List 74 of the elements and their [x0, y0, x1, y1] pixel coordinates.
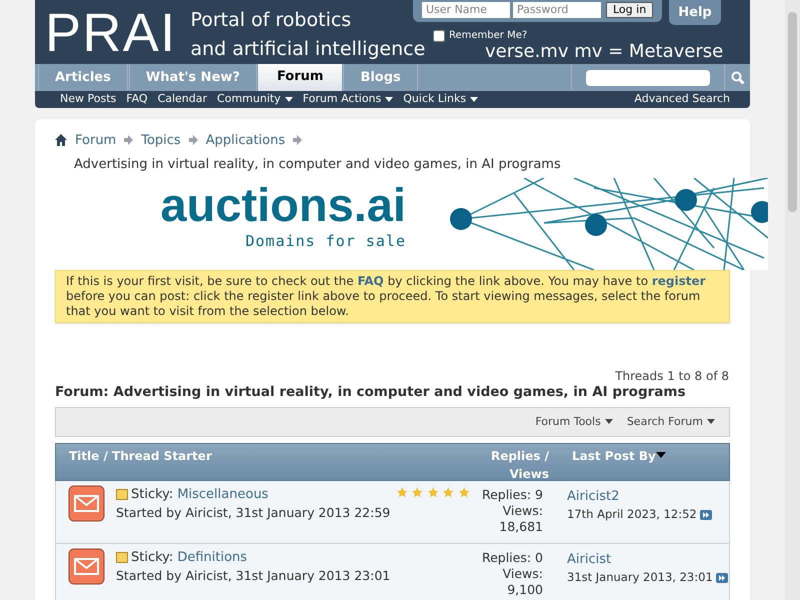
caret-icon: [604, 419, 613, 424]
envelope-icon: [68, 548, 105, 585]
banner-brand: auctions.ai: [160, 178, 406, 232]
thread-count: Threads 1 to 8 of 8: [615, 368, 729, 384]
column-header[interactable]: Last Post By: [572, 446, 666, 480]
toolbar-menu[interactable]: Forum Tools: [535, 414, 613, 430]
nav-tab[interactable]: Forum: [258, 61, 342, 91]
site-tagline: and artificial intelligence: [190, 37, 426, 62]
forum-heading: Forum: Advertising in virtual reality, in computer and video games, in AI programs: [55, 382, 686, 402]
last-poster-link[interactable]: Airicist2: [567, 486, 712, 506]
thread-starter: Started by Airicist, 31st January 2013 23:01: [116, 567, 392, 586]
view-count: 9,100: [507, 582, 543, 598]
star-icon: [428, 486, 438, 498]
last-post-date: 31st January 2013, 23:01: [567, 569, 713, 586]
nav-tab[interactable]: Articles: [38, 64, 128, 91]
caret-icon: [707, 419, 715, 424]
site-logo: PRAI: [45, 6, 176, 64]
sub-nav-link[interactable]: FAQ: [126, 91, 148, 108]
help-button[interactable]: Help: [669, 0, 721, 25]
star-icon: [397, 486, 408, 498]
last-poster-link[interactable]: Airicist: [567, 550, 728, 570]
nav-tab[interactable]: What's New?: [128, 64, 257, 91]
star-icon: [458, 486, 470, 498]
home-icon: [55, 134, 67, 146]
username-field[interactable]: User Name: [422, 2, 510, 18]
views-label: Views:: [502, 566, 543, 582]
remember-checkbox[interactable]: [433, 30, 445, 42]
envelope-icon: [68, 484, 105, 522]
last-post-date: 17th April 2023, 12:52: [567, 506, 697, 524]
notice-link[interactable]: register: [652, 274, 706, 288]
view-count: 18,681: [499, 518, 543, 535]
sub-nav-link[interactable]: Quick Links: [403, 91, 478, 108]
thread-title-link[interactable]: Miscellaneous: [177, 484, 268, 504]
thread-title-link[interactable]: Definitions: [177, 548, 248, 568]
search-field[interactable]: [586, 70, 710, 86]
notice-link[interactable]: FAQ: [357, 274, 384, 288]
breadcrumb-link[interactable]: Forum: [75, 130, 116, 150]
go-to-post-icon[interactable]: [700, 510, 712, 520]
breadcrumb-link[interactable]: Applications: [206, 130, 286, 150]
sticky-icon: [116, 552, 128, 563]
login-button[interactable]: Log in: [606, 2, 654, 18]
arrow-icon: [293, 135, 302, 146]
breadcrumb-link[interactable]: Topics: [141, 130, 181, 150]
toolbar-menu[interactable]: Search Forum: [626, 414, 715, 430]
site-tagline: Portal of robotics: [190, 8, 352, 33]
password-field[interactable]: Password: [513, 2, 601, 18]
banner-tagline: Domains for sale: [246, 230, 406, 252]
thread-starter: Started by Airicist, 31st January 2013 22:59: [116, 504, 392, 522]
sub-nav-link[interactable]: New Posts: [60, 91, 116, 108]
advanced-search-link[interactable]: Advanced Search: [634, 91, 730, 108]
column-header[interactable]: Replies / Views: [469, 446, 549, 480]
reply-count: Replies: 9: [482, 486, 543, 503]
sort-icon: [656, 452, 666, 458]
views-label: Views:: [502, 502, 543, 519]
page-title: Advertising in virtual reality, in computer and video games, in AI programs: [74, 156, 562, 174]
thread-prefix: Sticky:: [131, 548, 174, 567]
notice-text: If this is your first visit, be sure to check out the FAQ by clicking the link above. You may have to register before you can post: click the register link above to proceed. To start viewing messages, select the forum that you want to visit from the selection below.: [66, 274, 707, 318]
remember-label: Remember Me?: [449, 29, 528, 43]
go-to-post-icon[interactable]: [716, 572, 728, 583]
search-icon: [730, 70, 744, 84]
star-icon: [443, 486, 454, 498]
scrollbar-thumb[interactable]: [788, 12, 797, 212]
thread-prefix: Sticky:: [131, 486, 174, 504]
sub-nav-link[interactable]: Community: [217, 91, 293, 108]
arrow-icon: [124, 135, 134, 146]
sticky-icon: [116, 489, 128, 500]
sub-nav-link[interactable]: Forum Actions: [302, 91, 394, 108]
ticker-text: verse.mv mv = Metaverse: [485, 40, 724, 64]
nav-tab[interactable]: Blogs: [343, 64, 418, 91]
reply-count: Replies: 0: [482, 550, 543, 566]
sub-nav-link[interactable]: Calendar: [158, 91, 208, 108]
column-header[interactable]: Title / Thread Starter: [69, 446, 469, 480]
arrow-icon: [188, 135, 198, 146]
star-icon: [412, 486, 423, 498]
